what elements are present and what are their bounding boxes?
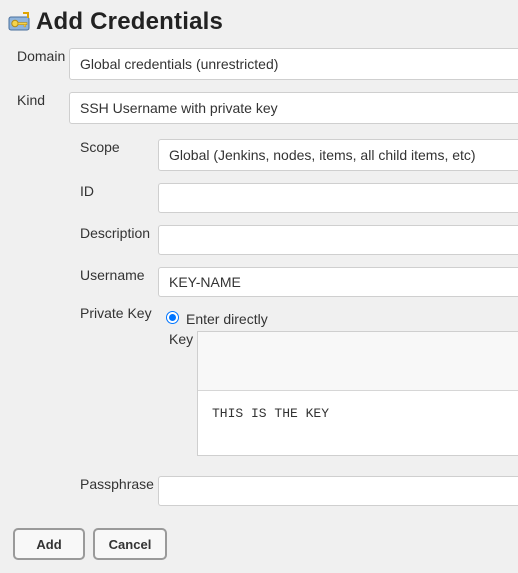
domain-value: Global credentials (unrestricted): [80, 56, 279, 72]
username-input[interactable]: [158, 267, 518, 297]
id-input[interactable]: [158, 183, 518, 213]
kind-value: SSH Username with private key: [80, 100, 278, 116]
domain-label: Domain: [17, 48, 66, 64]
scope-label: Scope: [80, 139, 120, 155]
kind-label: Kind: [17, 92, 46, 108]
cancel-button[interactable]: Cancel: [93, 528, 167, 560]
page-header: Add Credentials: [6, 6, 223, 38]
domain-select[interactable]: Global credentials (unrestricted): [69, 48, 518, 80]
description-label: Description: [80, 225, 151, 241]
key-icon: [6, 9, 32, 35]
description-input[interactable]: [158, 225, 518, 255]
scope-select[interactable]: Global (Jenkins, nodes, items, all child…: [158, 139, 518, 171]
add-button[interactable]: Add: [13, 528, 85, 560]
enter-directly-radio[interactable]: [166, 311, 179, 324]
passphrase-label: Passphrase: [80, 476, 154, 492]
passphrase-input[interactable]: [158, 476, 518, 506]
key-value: THIS IS THE KEY: [212, 406, 330, 421]
key-label: Key: [169, 331, 194, 347]
scope-value: Global (Jenkins, nodes, items, all child…: [169, 147, 476, 163]
enter-directly-label[interactable]: Enter directly: [186, 311, 268, 327]
page-title: Add Credentials: [36, 8, 224, 35]
add-credentials-page: Add Credentials Domain Global credential…: [0, 0, 518, 573]
key-textarea[interactable]: THIS IS THE KEY: [197, 331, 518, 456]
kind-select[interactable]: SSH Username with private key: [69, 92, 518, 124]
id-label: ID: [80, 183, 94, 199]
key-textarea-toolbar: [198, 332, 518, 391]
private-key-label: Private Key: [80, 305, 152, 321]
username-label: Username: [80, 267, 145, 283]
